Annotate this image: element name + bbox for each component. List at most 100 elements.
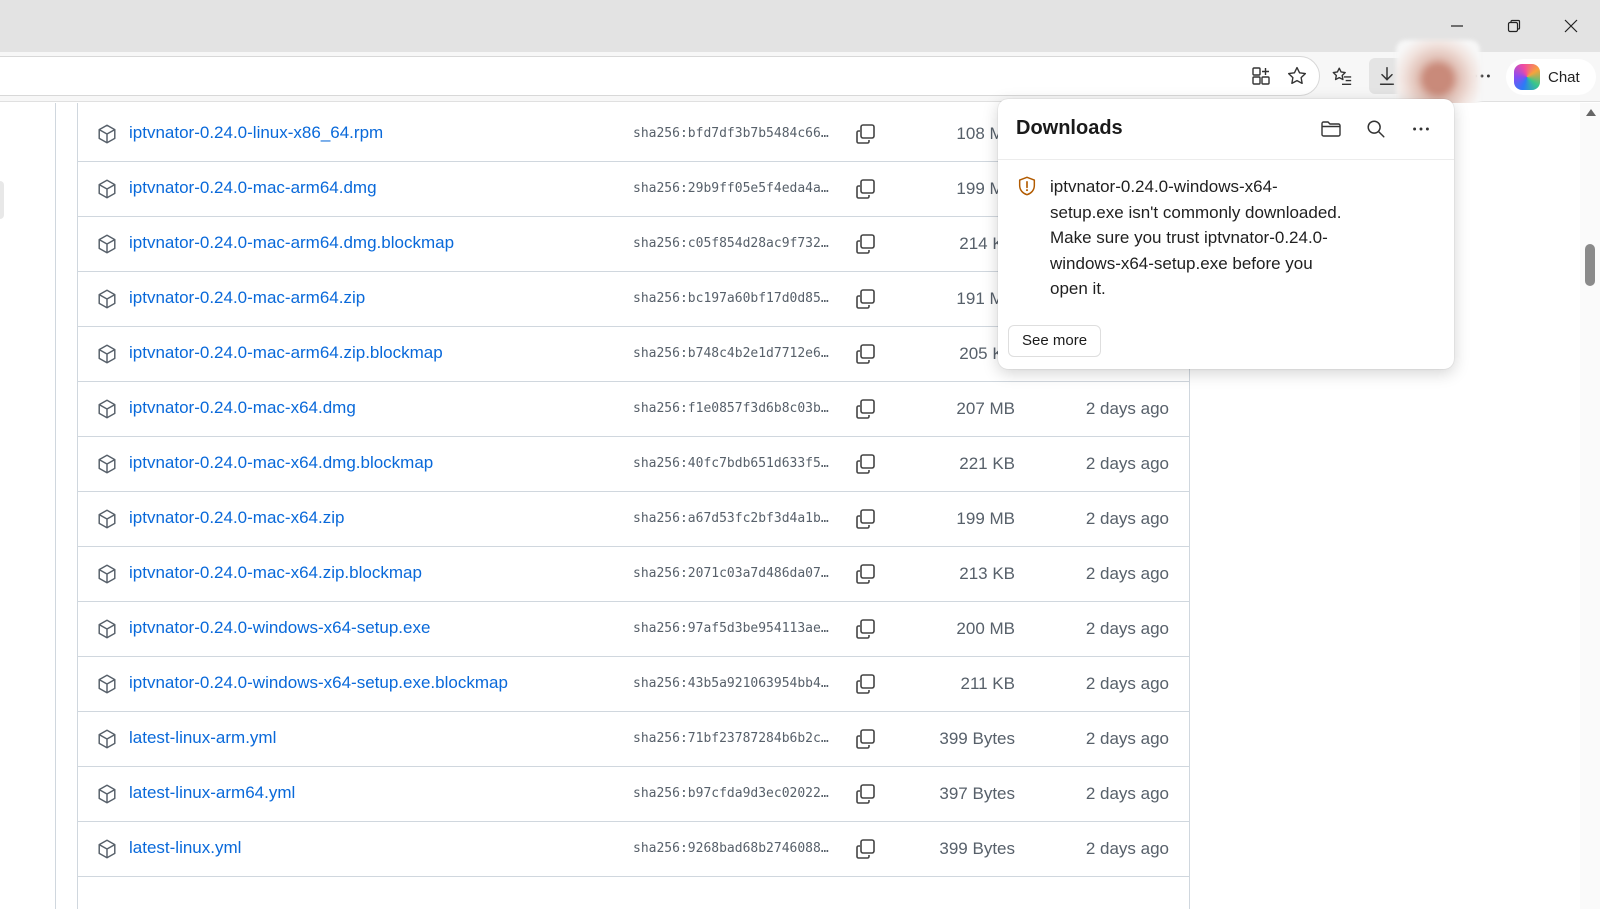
table-row: iptvnator-0.24.0-mac-x64.zip sha256:a67d5… [78, 491, 1189, 547]
asset-link[interactable]: iptvnator-0.24.0-mac-arm64.dmg.blockmap [129, 233, 454, 253]
sidebar-tab[interactable] [0, 181, 4, 219]
package-icon [96, 728, 118, 750]
asset-sha: sha256:b748c4b2e1d7712e6… [633, 346, 829, 361]
scroll-up-arrow-icon[interactable] [1586, 109, 1596, 116]
asset-sha: sha256:29b9ff05e5f4eda4a… [633, 181, 829, 196]
shield-warning-icon [1018, 176, 1036, 196]
table-row: latest-linux.yml sha256:9268bad68b2746088… [78, 821, 1189, 877]
download-warning-message: iptvnator-0.24.0-windows-x64-setup.exe i… [1050, 177, 1342, 298]
table-row: iptvnator-0.24.0-mac-x64.dmg.blockmap sha… [78, 436, 1189, 492]
favorites-list-icon [1332, 67, 1352, 85]
asset-size: 199 MB [956, 509, 1015, 528]
table-row: iptvnator-0.24.0-windows-x64-setup.exe.b… [78, 656, 1189, 712]
favorite-star-icon [1287, 66, 1307, 85]
open-downloads-folder-button[interactable] [1315, 113, 1347, 145]
browser-window: Chat iptvnator-0.24.0-linux-x86_64.rpmsh… [0, 0, 1600, 909]
copy-icon[interactable] [853, 122, 877, 146]
asset-link[interactable]: iptvnator-0.24.0-mac-arm64.dmg [129, 178, 377, 198]
package-icon [96, 673, 118, 695]
copy-icon[interactable] [853, 397, 877, 421]
asset-link[interactable]: iptvnator-0.24.0-mac-x64.dmg.blockmap [129, 453, 433, 473]
asset-date: 2 days ago [1085, 619, 1169, 638]
asset-sha: sha256:f1e0857f3d6b8c03b… [633, 401, 829, 416]
asset-sha: sha256:bc197a60bf17d0d85… [633, 291, 829, 306]
package-icon [96, 233, 118, 255]
search-downloads-button[interactable] [1360, 113, 1392, 145]
apps-button[interactable] [1243, 58, 1279, 94]
asset-sha: sha256:bfd7df3b7b5484c66… [633, 126, 829, 141]
restore-icon [1507, 19, 1521, 33]
favorite-button[interactable] [1279, 58, 1315, 94]
asset-size: 200 MB [956, 619, 1015, 638]
restore-button[interactable] [1485, 0, 1543, 52]
asset-sha: sha256:40fc7bdb651d633f5… [633, 456, 829, 471]
asset-link[interactable]: iptvnator-0.24.0-linux-x86_64.rpm [129, 123, 383, 143]
package-icon [96, 398, 118, 420]
asset-link[interactable]: iptvnator-0.24.0-mac-x64.dmg [129, 398, 356, 418]
asset-link[interactable]: latest-linux-arm64.yml [129, 783, 295, 803]
package-icon [96, 343, 118, 365]
copy-icon[interactable] [853, 562, 877, 586]
copy-icon[interactable] [853, 617, 877, 641]
copy-icon[interactable] [853, 727, 877, 751]
favorites-list-button[interactable] [1324, 58, 1360, 94]
asset-sha: sha256:43b5a921063954bb4… [633, 676, 829, 691]
table-row-partial [78, 876, 1189, 909]
more-icon [1413, 127, 1429, 131]
asset-sha: sha256:c05f854d28ac9f732… [633, 236, 829, 251]
copy-icon[interactable] [853, 782, 877, 806]
asset-date: 2 days ago [1085, 509, 1169, 528]
address-bar[interactable] [0, 56, 1320, 96]
asset-link[interactable]: iptvnator-0.24.0-windows-x64-setup.exe.b… [129, 673, 508, 693]
asset-date: 2 days ago [1085, 839, 1169, 858]
asset-date: 2 days ago [1085, 729, 1169, 748]
apps-icon [1252, 67, 1270, 85]
copy-icon[interactable] [853, 837, 877, 861]
asset-link[interactable]: latest-linux-arm.yml [129, 728, 276, 748]
left-divider [55, 103, 56, 909]
package-icon [96, 783, 118, 805]
copilot-chat-button[interactable]: Chat [1506, 59, 1596, 95]
copy-icon[interactable] [853, 452, 877, 476]
asset-link[interactable]: iptvnator-0.24.0-mac-arm64.zip [129, 288, 365, 308]
download-icon [1379, 67, 1395, 85]
asset-size: 221 KB [959, 454, 1015, 473]
asset-link[interactable]: latest-linux.yml [129, 838, 241, 858]
table-row: latest-linux-arm64.yml sha256:b97cfda9d3e… [78, 766, 1189, 822]
package-icon [96, 178, 118, 200]
copy-icon[interactable] [853, 672, 877, 696]
copy-icon[interactable] [853, 507, 877, 531]
asset-link[interactable]: iptvnator-0.24.0-mac-x64.zip [129, 508, 344, 528]
package-icon [96, 618, 118, 640]
asset-link[interactable]: iptvnator-0.24.0-windows-x64-setup.exe [129, 618, 430, 638]
downloads-title: Downloads [1016, 117, 1123, 139]
asset-sha: sha256:97af5d3be954113ae… [633, 621, 829, 636]
copy-icon[interactable] [853, 177, 877, 201]
page-scrollbar[interactable] [1580, 103, 1600, 909]
browser-toolbar [0, 52, 1600, 102]
copilot-icon [1514, 64, 1540, 90]
table-row: iptvnator-0.24.0-mac-x64.zip.blockmap sha… [78, 546, 1189, 602]
asset-link[interactable]: iptvnator-0.24.0-mac-x64.zip.blockmap [129, 563, 422, 583]
table-row: latest-linux-arm.yml sha256:71bf23787284b… [78, 711, 1189, 767]
table-row: iptvnator-0.24.0-mac-x64.dmg sha256:f1e08… [78, 381, 1189, 437]
downloads-panel: Downloads iptvnator-0.24.0-windows-x64-s… [998, 99, 1454, 369]
package-icon [96, 838, 118, 860]
downloads-more-button[interactable] [1405, 113, 1437, 145]
minimize-icon [1451, 25, 1463, 27]
asset-date: 2 days ago [1085, 784, 1169, 803]
scroll-thumb[interactable] [1585, 244, 1595, 286]
asset-size: 397 Bytes [939, 784, 1015, 803]
package-icon [96, 508, 118, 530]
copy-icon[interactable] [853, 287, 877, 311]
package-icon [96, 288, 118, 310]
chat-label: Chat [1548, 68, 1580, 86]
asset-link[interactable]: iptvnator-0.24.0-mac-arm64.zip.blockmap [129, 343, 443, 363]
copy-icon[interactable] [853, 342, 877, 366]
asset-sha: sha256:9268bad68b2746088… [633, 841, 829, 856]
copy-icon[interactable] [853, 232, 877, 256]
see-more-button[interactable]: See more [1008, 325, 1102, 357]
close-button[interactable] [1542, 0, 1600, 52]
asset-date: 2 days ago [1085, 454, 1169, 473]
package-icon [96, 563, 118, 585]
